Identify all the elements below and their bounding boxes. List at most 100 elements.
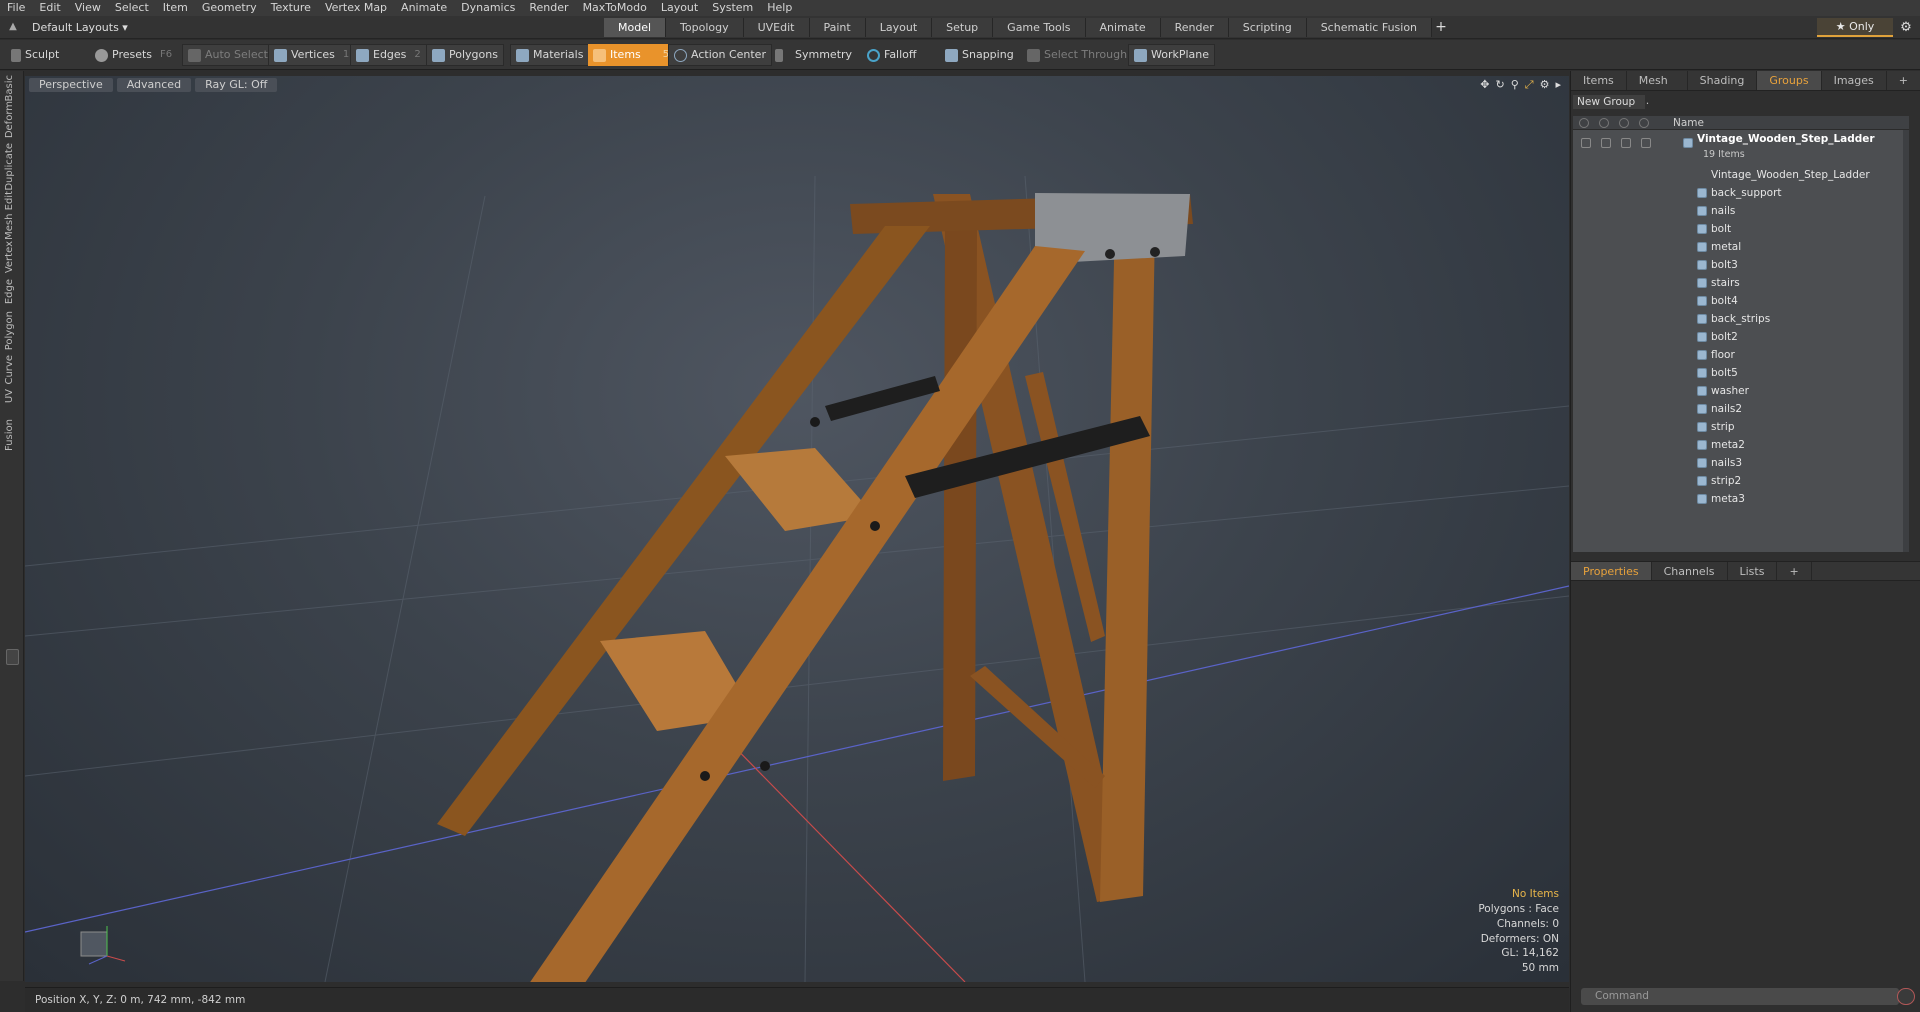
menu-item[interactable]: Layout xyxy=(654,0,705,16)
workplane-button[interactable]: WorkPlane xyxy=(1128,44,1216,66)
edges-button[interactable]: Edges 2 xyxy=(350,44,427,66)
menu-item[interactable]: Vertex Map xyxy=(318,0,394,16)
tab-topology[interactable]: Topology xyxy=(666,18,744,37)
step-ladder-model[interactable] xyxy=(437,193,1193,982)
view-more-icon[interactable]: ▸ xyxy=(1555,78,1561,92)
tree-item-row[interactable]: nails2 xyxy=(1573,400,1909,418)
left-tab-basic[interactable]: Basic xyxy=(4,75,20,101)
tree-item-row[interactable]: back_support xyxy=(1573,184,1909,202)
menu-item[interactable]: File xyxy=(0,0,32,16)
tree-scrollbar[interactable] xyxy=(1903,130,1909,552)
tree-item-row[interactable]: floor xyxy=(1573,346,1909,364)
panel-tab-items[interactable]: Items xyxy=(1571,71,1627,90)
viewport-3d[interactable]: Perspective Advanced Ray GL: Off ✥ ↻ ⚲ ⤢… xyxy=(25,76,1569,982)
left-tab-duplicate[interactable]: Duplicate xyxy=(4,143,20,191)
add-props-tab-icon[interactable]: + xyxy=(1777,562,1812,580)
tree-item-row[interactable]: nails xyxy=(1573,202,1909,220)
menu-item[interactable]: Render xyxy=(522,0,575,16)
tab-setup[interactable]: Setup xyxy=(932,18,994,37)
items-button[interactable]: Items 5 xyxy=(588,44,675,66)
tree-item-row[interactable]: meta2 xyxy=(1573,436,1909,454)
tree-item-row[interactable]: bolt xyxy=(1573,220,1909,238)
panel-tab-images[interactable]: Images xyxy=(1822,71,1887,90)
view-settings-icon[interactable]: ⚙ xyxy=(1540,78,1550,92)
menu-item[interactable]: Item xyxy=(156,0,195,16)
materials-button[interactable]: Materials xyxy=(510,44,590,66)
action-center-button[interactable]: Action Center xyxy=(668,44,772,66)
polygons-button[interactable]: Polygons xyxy=(426,44,504,66)
tree-item-row[interactable]: meta3 xyxy=(1573,490,1909,508)
visibility-column-icon[interactable] xyxy=(1579,118,1589,128)
tab-animate[interactable]: Animate xyxy=(1085,18,1161,37)
tab-render[interactable]: Render xyxy=(1160,18,1229,37)
tab-paint[interactable]: Paint xyxy=(809,18,866,37)
menu-item[interactable]: Texture xyxy=(264,0,318,16)
props-tab-properties[interactable]: Properties xyxy=(1571,562,1652,580)
tree-item-row[interactable]: strip xyxy=(1573,418,1909,436)
left-tab-polygon[interactable]: Polygon xyxy=(4,311,20,350)
gear-icon[interactable]: ⚙ xyxy=(1896,18,1916,37)
tab-schematic-fusion[interactable]: Schematic Fusion xyxy=(1306,18,1433,37)
left-extra-button[interactable] xyxy=(6,649,19,665)
tab-model[interactable]: Model xyxy=(604,18,667,37)
select-column-icon[interactable] xyxy=(1639,118,1649,128)
left-tab-uv[interactable]: UV xyxy=(4,389,20,403)
falloff-button[interactable]: Falloff xyxy=(862,44,921,66)
tab-uvedit[interactable]: UVEdit xyxy=(743,18,810,37)
tree-item-row[interactable]: bolt5 xyxy=(1573,364,1909,382)
menu-item[interactable]: Geometry xyxy=(195,0,264,16)
tree-root-row[interactable]: Vintage_Wooden_Step_Ladder 19 Items xyxy=(1573,133,1909,162)
add-tab-icon[interactable]: + xyxy=(1432,18,1450,37)
only-button[interactable]: ★ Only xyxy=(1817,18,1893,37)
tab-game-tools[interactable]: Game Tools xyxy=(993,18,1086,37)
props-tab-lists[interactable]: Lists xyxy=(1728,562,1778,580)
name-column-header[interactable]: Name xyxy=(1673,116,1704,130)
tree-item-row[interactable]: bolt2 xyxy=(1573,328,1909,346)
zoom-view-icon[interactable]: ⚲ xyxy=(1511,78,1519,92)
left-tab-edge[interactable]: Edge xyxy=(4,279,20,304)
fit-view-icon[interactable]: ⤢ xyxy=(1525,78,1534,92)
tree-item-row[interactable]: metal xyxy=(1573,238,1909,256)
raygl-button[interactable]: Ray GL: Off xyxy=(195,78,278,92)
menu-item[interactable]: Help xyxy=(760,0,799,16)
menu-item[interactable]: Dynamics xyxy=(454,0,522,16)
menu-item[interactable]: Edit xyxy=(32,0,67,16)
left-tab-curve[interactable]: Curve xyxy=(4,355,20,385)
select-toggle-icon[interactable] xyxy=(1641,138,1651,148)
lock-toggle-icon[interactable] xyxy=(1621,138,1631,148)
menu-item[interactable]: System xyxy=(705,0,760,16)
perspective-button[interactable]: Perspective xyxy=(29,78,113,92)
tree-item-row[interactable]: bolt4 xyxy=(1573,292,1909,310)
menu-item[interactable]: Animate xyxy=(394,0,454,16)
panel-tab-shading[interactable]: Shading xyxy=(1688,71,1758,90)
tree-item-row[interactable]: strip2 xyxy=(1573,472,1909,490)
panel-tab-mesh-[interactable]: Mesh ... xyxy=(1627,71,1688,107)
command-input[interactable]: Command xyxy=(1581,988,1899,1005)
vertices-button[interactable]: Vertices 1 xyxy=(268,44,356,66)
lock-column-icon[interactable] xyxy=(1619,118,1629,128)
tree-item-row[interactable]: bolt3 xyxy=(1573,256,1909,274)
left-tab-fusion[interactable]: Fusion xyxy=(4,419,20,451)
panel-tab-groups[interactable]: Groups xyxy=(1757,71,1822,90)
render-column-icon[interactable] xyxy=(1599,118,1609,128)
auto-select-button[interactable]: Auto Select xyxy=(182,44,274,66)
sculpt-button[interactable]: Sculpt xyxy=(6,44,64,66)
presets-button[interactable]: Presets F6 xyxy=(90,44,177,66)
menu-item[interactable]: MaxToModo xyxy=(576,0,654,16)
move-view-icon[interactable]: ✥ xyxy=(1480,78,1489,92)
symmetry-button[interactable]: Symmetry xyxy=(770,44,857,66)
left-tab-deform[interactable]: Deform xyxy=(4,101,20,138)
render-toggle-icon[interactable] xyxy=(1601,138,1611,148)
new-group-button[interactable]: New Group xyxy=(1573,95,1645,109)
left-tab-mesh-edit[interactable]: Mesh Edit xyxy=(4,191,20,240)
select-through-button[interactable]: Select Through xyxy=(1022,44,1132,66)
tree-item-row[interactable]: washer xyxy=(1573,382,1909,400)
menu-item[interactable]: Select xyxy=(108,0,156,16)
menu-item[interactable]: View xyxy=(68,0,108,16)
add-panel-tab-icon[interactable]: + xyxy=(1887,71,1920,90)
tab-scripting[interactable]: Scripting xyxy=(1228,18,1307,37)
command-record-button[interactable] xyxy=(1897,988,1915,1005)
tree-item-row[interactable]: stairs xyxy=(1573,274,1909,292)
tree-item-row[interactable]: nails3 xyxy=(1573,454,1909,472)
snapping-button[interactable]: Snapping xyxy=(940,44,1019,66)
